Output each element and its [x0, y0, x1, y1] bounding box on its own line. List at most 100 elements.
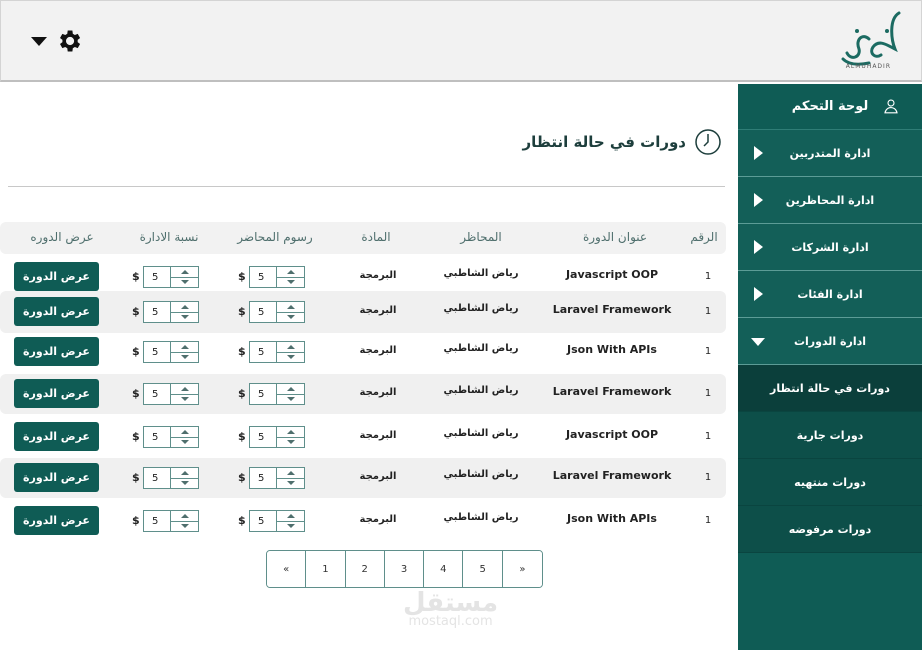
view-course-button[interactable]: عرض الدورة — [14, 337, 99, 366]
increment-button[interactable] — [277, 302, 304, 313]
sidebar-subitem-rejected[interactable]: دورات مرفوضه — [738, 506, 922, 553]
pagination-page-5[interactable]: 5 — [463, 551, 503, 587]
fee-value[interactable]: 5 — [250, 302, 277, 322]
fee-value[interactable]: 5 — [250, 468, 277, 488]
fee-value[interactable]: 5 — [250, 342, 277, 362]
ratio-value[interactable]: 5 — [144, 468, 171, 488]
pagination: « 1 2 3 4 5 » — [266, 550, 544, 588]
ratio-value[interactable]: 5 — [144, 427, 171, 447]
settings-menu[interactable] — [31, 27, 83, 55]
caret-down-icon — [180, 481, 189, 486]
decrement-button[interactable] — [171, 353, 198, 363]
fee-stepper[interactable]: 5 — [249, 467, 305, 489]
ratio-stepper[interactable]: 5 — [143, 510, 199, 532]
fee-stepper[interactable]: 5 — [249, 510, 305, 532]
increment-button[interactable] — [171, 384, 198, 395]
sidebar-item-trainees[interactable]: ادارة المتدربين — [738, 130, 922, 177]
ratio-stepper[interactable]: 5 — [143, 383, 199, 405]
fee-stepper[interactable]: 5 — [249, 341, 305, 363]
pagination-page-1[interactable]: 1 — [306, 551, 346, 587]
fee-stepper[interactable]: 5 — [249, 301, 305, 323]
pagination-last[interactable]: » — [502, 551, 543, 587]
ratio-stepper[interactable]: 5 — [143, 341, 199, 363]
view-course-button[interactable]: عرض الدورة — [14, 463, 99, 492]
increment-button[interactable] — [277, 427, 304, 438]
caret-down-icon — [286, 397, 295, 402]
user-icon — [884, 99, 898, 114]
sidebar-item-lecturers[interactable]: ادارة المحاظرين — [738, 177, 922, 224]
view-course-button[interactable]: عرض الدورة — [14, 506, 99, 535]
ratio-value[interactable]: 5 — [144, 342, 171, 362]
ratio-value[interactable]: 5 — [144, 384, 171, 404]
cell-lecturer: رياض الشاطبي — [443, 343, 519, 354]
sidebar-subitem-pending[interactable]: دورات في حالة انتظار — [738, 365, 922, 412]
ratio-value[interactable]: 5 — [144, 267, 171, 287]
ratio-stepper[interactable]: 5 — [143, 301, 199, 323]
increment-button[interactable] — [171, 468, 198, 479]
gear-icon[interactable] — [55, 27, 83, 55]
fee-value[interactable]: 5 — [250, 267, 277, 287]
increment-button[interactable] — [171, 302, 198, 313]
caret-up-icon — [286, 513, 295, 518]
increment-button[interactable] — [171, 342, 198, 353]
increment-button[interactable] — [171, 427, 198, 438]
increment-button[interactable] — [277, 384, 304, 395]
decrement-button[interactable] — [277, 522, 304, 532]
increment-button[interactable] — [277, 342, 304, 353]
pagination-first[interactable]: « — [267, 551, 307, 587]
ratio-stepper[interactable]: 5 — [143, 266, 199, 288]
col-header-ratio: نسبة الادارة — [139, 230, 199, 244]
cell-course-title: Json With APIs — [567, 512, 657, 525]
fee-value[interactable]: 5 — [250, 427, 277, 447]
increment-button[interactable] — [171, 511, 198, 522]
increment-button[interactable] — [171, 267, 198, 278]
ratio-stepper[interactable]: 5 — [143, 426, 199, 448]
sidebar-subitem-running[interactable]: دورات جارية — [738, 412, 922, 459]
ratio-stepper[interactable]: 5 — [143, 467, 199, 489]
decrement-button[interactable] — [171, 479, 198, 489]
view-course-button[interactable]: عرض الدورة — [14, 379, 99, 408]
pagination-page-4[interactable]: 4 — [424, 551, 464, 587]
caret-up-icon — [180, 269, 189, 274]
logo-caption: ALMUHADIR — [845, 63, 891, 70]
decrement-button[interactable] — [277, 479, 304, 489]
increment-button[interactable] — [277, 267, 304, 278]
sidebar-item-companies[interactable]: ادارة الشركات — [738, 224, 922, 271]
decrement-button[interactable] — [277, 313, 304, 323]
decrement-button[interactable] — [277, 353, 304, 363]
view-course-button[interactable]: عرض الدورة — [14, 297, 99, 326]
decrement-button[interactable] — [277, 395, 304, 405]
currency-symbol: $ — [132, 345, 140, 358]
cell-number: 1 — [704, 346, 712, 357]
sidebar-item-courses[interactable]: ادارة الدورات — [738, 318, 922, 365]
pagination-page-2[interactable]: 2 — [345, 551, 385, 587]
fee-value[interactable]: 5 — [250, 384, 277, 404]
fee-stepper[interactable]: 5 — [249, 426, 305, 448]
view-course-button[interactable]: عرض الدورة — [14, 422, 99, 451]
view-course-button[interactable]: عرض الدورة — [14, 262, 99, 291]
pagination-page-3[interactable]: 3 — [384, 551, 425, 587]
decrement-button[interactable] — [171, 313, 198, 323]
decrement-button[interactable] — [277, 278, 304, 288]
increment-button[interactable] — [277, 468, 304, 479]
sidebar-item-categories[interactable]: ادارة الفئات — [738, 271, 922, 318]
decrement-button[interactable] — [171, 438, 198, 448]
fee-stepper[interactable]: 5 — [249, 266, 305, 288]
sidebar-item-label: ادارة المحاظرين — [785, 193, 875, 207]
fee-value[interactable]: 5 — [250, 511, 277, 531]
chevron-down-icon[interactable] — [31, 36, 47, 46]
sidebar-subitem-finished[interactable]: دورات منتهيه — [738, 459, 922, 506]
increment-button[interactable] — [277, 511, 304, 522]
decrement-button[interactable] — [171, 522, 198, 532]
clock-icon — [695, 129, 721, 155]
chevron-down-icon — [751, 338, 765, 346]
ratio-value[interactable]: 5 — [144, 511, 171, 531]
decrement-button[interactable] — [277, 438, 304, 448]
sidebar-title[interactable]: لوحة التحكم — [738, 84, 922, 130]
ratio-value[interactable]: 5 — [144, 302, 171, 322]
fee-stepper[interactable]: 5 — [249, 383, 305, 405]
decrement-button[interactable] — [171, 395, 198, 405]
cell-number: 1 — [704, 472, 712, 483]
decrement-button[interactable] — [171, 278, 198, 288]
table-row: 1 Javascript OOP رياض الشاطبي البرمجة $5 $5 عر… — [0, 260, 726, 294]
